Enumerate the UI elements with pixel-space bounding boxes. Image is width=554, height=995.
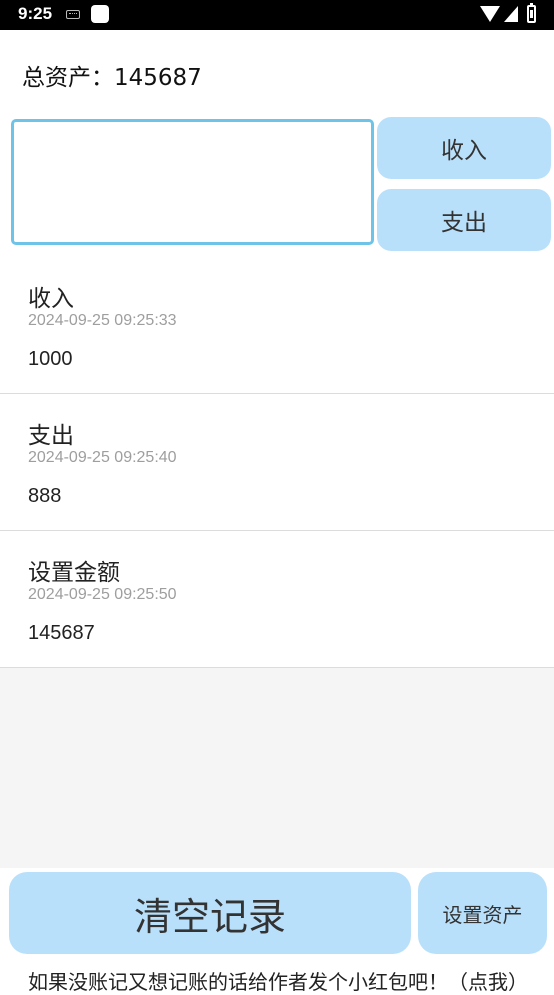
- set-assets-button[interactable]: 设置资产: [418, 872, 547, 954]
- list-item[interactable]: 支出 2024-09-25 09:25:40 888: [0, 394, 554, 531]
- list-item[interactable]: 收入 2024-09-25 09:25:33 1000: [0, 257, 554, 394]
- total-assets-value: 145687: [114, 65, 202, 91]
- record-amount: 145687: [28, 622, 95, 644]
- record-type: 支出: [28, 423, 74, 449]
- record-time: 2024-09-25 09:25:40: [28, 449, 177, 466]
- record-type: 设置金额: [28, 560, 120, 586]
- status-time: 9:25: [18, 4, 53, 23]
- record-amount: 1000: [28, 348, 73, 370]
- donate-link[interactable]: 如果没账记又想记账的话给作者发个小红包吧！（点我）: [28, 966, 528, 995]
- record-time: 2024-09-25 09:25:50: [28, 586, 177, 603]
- total-assets: 总资产：145687: [22, 58, 202, 92]
- clear-records-button[interactable]: 清空记录: [9, 872, 411, 954]
- status-bar: 9:25: [0, 0, 554, 30]
- record-type: 收入: [28, 286, 74, 312]
- list-item[interactable]: 设置金额 2024-09-25 09:25:50 145687: [0, 531, 554, 668]
- record-amount: 888: [28, 485, 62, 507]
- records-list[interactable]: 收入 2024-09-25 09:25:33 1000 支出 2024-09-2…: [0, 257, 554, 868]
- total-assets-label: 总资产：: [22, 65, 114, 91]
- signal-icon: [504, 6, 518, 22]
- battery-icon: [527, 3, 536, 23]
- notification-icon: [91, 5, 109, 23]
- record-time: 2024-09-25 09:25:33: [28, 312, 177, 329]
- keyboard-icon: [66, 10, 80, 19]
- income-button[interactable]: 收入: [377, 117, 551, 179]
- amount-input[interactable]: [11, 119, 374, 245]
- wifi-icon: [480, 6, 500, 22]
- expense-button[interactable]: 支出: [377, 189, 551, 251]
